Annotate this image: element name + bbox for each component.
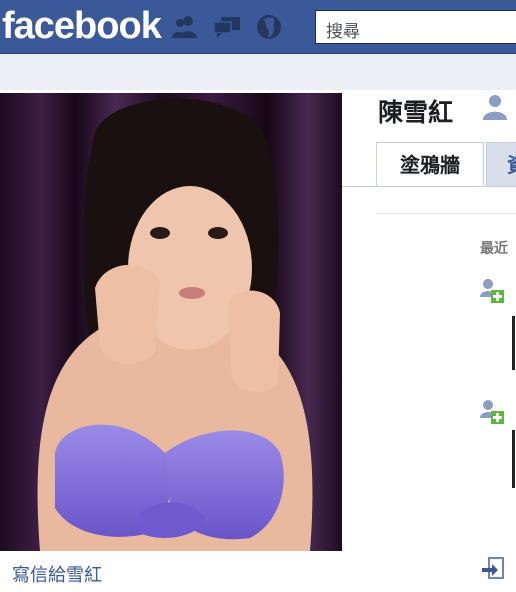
jewel-bar [170, 12, 284, 42]
messages-icon[interactable] [212, 12, 242, 42]
feed-thumbnail-edge [512, 316, 515, 370]
friend-requests-icon[interactable] [170, 12, 200, 42]
page-join-icon [480, 556, 508, 584]
add-friend-person-icon[interactable] [480, 92, 510, 126]
tab-info[interactable]: 資 [486, 142, 516, 186]
send-message-link[interactable]: 寫信給雪紅 [12, 561, 102, 587]
section-divider [376, 213, 516, 214]
profile-name: 陳雪紅 [378, 98, 454, 127]
profile-photo[interactable] [0, 93, 342, 551]
tab-divider [342, 186, 516, 187]
friend-add-icon [478, 277, 506, 305]
friend-add-icon [478, 398, 506, 426]
feed-thumbnail-edge [512, 430, 515, 488]
top-bar: facebook 搜尋 [0, 0, 516, 54]
search-input[interactable]: 搜尋 [315, 10, 516, 44]
tab-wall[interactable]: 塗鴉牆 [376, 142, 484, 186]
recent-activity-label: 最近 [480, 241, 508, 257]
page-header-band [0, 54, 516, 90]
facebook-logo[interactable]: facebook [2, 4, 162, 48]
notifications-globe-icon[interactable] [254, 12, 284, 42]
